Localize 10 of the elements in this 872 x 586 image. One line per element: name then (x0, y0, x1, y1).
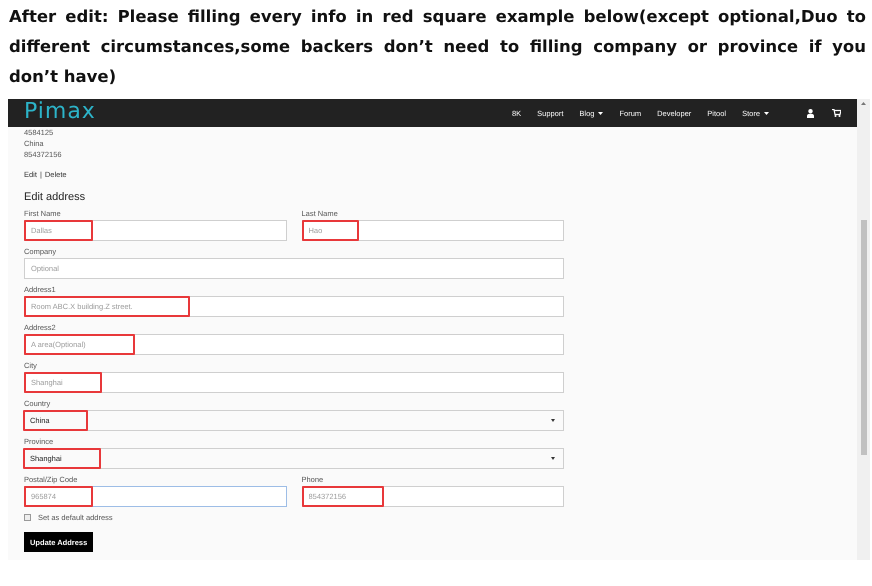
caret-icon (551, 419, 555, 422)
instruction-text: After edit: Please filling every info in red square example below(except optional,Duo to different circumstances,some backers don’t need to filling company or province if you don’t have) (9, 6, 866, 88)
scrollbar[interactable] (857, 99, 870, 560)
cart-icon[interactable] (832, 109, 841, 117)
checkbox[interactable] (24, 514, 31, 521)
logo[interactable]: Pimax (24, 100, 96, 122)
arrow-icon[interactable] (861, 102, 866, 105)
caret-icon (551, 457, 555, 460)
user-icon[interactable] (807, 108, 814, 118)
section-title: Edit address (24, 191, 86, 203)
